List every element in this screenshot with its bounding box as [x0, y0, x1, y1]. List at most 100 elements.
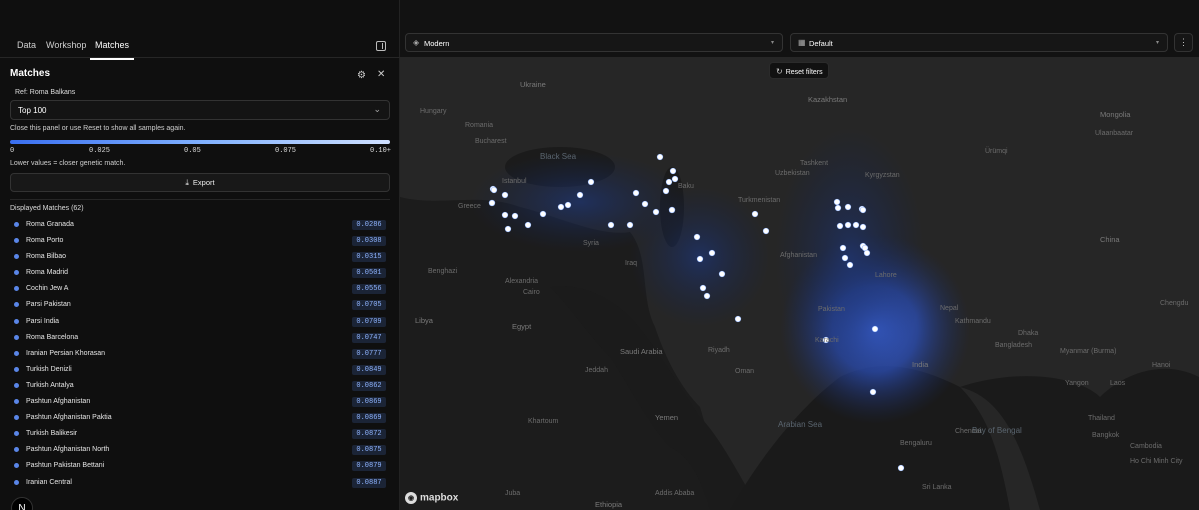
- match-name: Pashtun Afghanistan Paktia: [26, 414, 112, 422]
- map-label: Ethiopia: [595, 500, 623, 509]
- sample-point[interactable]: [524, 221, 532, 229]
- match-distance: 0.0308: [352, 236, 386, 247]
- map-label: Ulaanbaatar: [1095, 130, 1134, 137]
- more-options-icon[interactable]: ⋮: [1174, 33, 1193, 52]
- tab-matches[interactable]: Matches: [90, 40, 135, 60]
- match-row[interactable]: Pashtun Afghanistan Paktia 0.0869: [0, 410, 400, 426]
- match-row[interactable]: Parsi Pakistan 0.0705: [0, 297, 400, 313]
- sample-point[interactable]: [852, 221, 860, 229]
- sample-point[interactable]: [504, 225, 512, 233]
- match-row[interactable]: Pashtun Afghanistan 0.0869: [0, 394, 400, 410]
- sample-point[interactable]: [871, 325, 879, 333]
- sample-point[interactable]: [607, 221, 615, 229]
- mapbox-attribution[interactable]: ◉ mapbox: [405, 492, 458, 504]
- top-n-select[interactable]: Top 100 ⌄: [10, 100, 390, 120]
- sample-point[interactable]: [869, 388, 877, 396]
- match-row[interactable]: Turkish Antalya 0.0862: [0, 378, 400, 394]
- sample-point[interactable]: [859, 223, 867, 231]
- sample-point[interactable]: [846, 261, 854, 269]
- sample-point[interactable]: [632, 189, 640, 197]
- scale-tick: 0.025: [89, 147, 111, 155]
- sample-point[interactable]: [668, 206, 676, 214]
- sample-point[interactable]: [576, 191, 584, 199]
- sample-point[interactable]: [708, 249, 716, 257]
- sample-point[interactable]: [501, 211, 509, 219]
- sample-point[interactable]: [841, 254, 849, 262]
- match-row[interactable]: Pashtun Pakistan Bettani 0.0879: [0, 458, 400, 474]
- sample-point[interactable]: [859, 206, 867, 214]
- app-logo[interactable]: N: [11, 497, 33, 510]
- tab-bar: Data Workshop Matches: [0, 36, 400, 60]
- sample-point[interactable]: [662, 187, 670, 195]
- map-view-dropdown[interactable]: ▦ Default ▾: [790, 33, 1168, 52]
- sample-point[interactable]: [751, 210, 759, 218]
- sample-point[interactable]: [587, 178, 595, 186]
- match-row[interactable]: Turkish Denizli 0.0849: [0, 362, 400, 378]
- reset-filters-button[interactable]: ↻ Reset filters: [769, 62, 829, 79]
- scale-ticks: 0 0.025 0.05 0.075 0.10+: [10, 147, 391, 157]
- gear-icon[interactable]: ⚙: [357, 70, 366, 81]
- sample-point[interactable]: [626, 221, 634, 229]
- sample-point[interactable]: [897, 464, 905, 472]
- caret-icon: ▾: [770, 40, 774, 46]
- match-distance: 0.0556: [352, 284, 386, 295]
- sample-point[interactable]: [501, 191, 509, 199]
- match-row[interactable]: Roma Granada 0.0286: [0, 217, 400, 233]
- match-row[interactable]: Roma Madrid 0.0501: [0, 265, 400, 281]
- sample-point[interactable]: [488, 199, 496, 207]
- sample-point[interactable]: [539, 210, 547, 218]
- sample-point[interactable]: [564, 201, 572, 209]
- sample-point[interactable]: [696, 255, 704, 263]
- match-row[interactable]: Iranian Persian Khorasan 0.0777: [0, 346, 400, 362]
- sample-point[interactable]: [718, 270, 726, 278]
- sample-point[interactable]: [703, 292, 711, 300]
- sample-point[interactable]: [671, 175, 679, 183]
- sample-point[interactable]: [669, 167, 677, 175]
- match-row[interactable]: Pashtun Afghanistan North 0.0875: [0, 442, 400, 458]
- sample-point[interactable]: [656, 153, 664, 161]
- sample-point[interactable]: [844, 221, 852, 229]
- map-area[interactable]: ◈ Modern ▾ ▦ Default ▾ ⋮ ↻ Reset filters…: [400, 0, 1199, 510]
- sample-point[interactable]: [839, 244, 847, 252]
- export-button[interactable]: ⤓ Export: [10, 173, 390, 192]
- divider: [10, 199, 390, 200]
- sample-point[interactable]: [641, 200, 649, 208]
- sample-point[interactable]: [863, 249, 871, 257]
- caret-icon: ▾: [1155, 40, 1159, 46]
- match-row[interactable]: Parsi India 0.0709: [0, 314, 400, 330]
- sample-point[interactable]: [836, 222, 844, 230]
- map-label: Ho Chi Minh City: [1130, 458, 1183, 465]
- tab-data[interactable]: Data: [12, 40, 41, 58]
- tab-workshop[interactable]: Workshop: [41, 40, 91, 58]
- sample-point[interactable]: [490, 186, 498, 194]
- match-name: Roma Madrid: [26, 269, 69, 277]
- match-row[interactable]: Iranian Central 0.0887: [0, 475, 400, 491]
- sample-point[interactable]: [844, 203, 852, 211]
- sample-point[interactable]: [652, 208, 660, 216]
- match-dot: [14, 286, 19, 292]
- sample-point[interactable]: [734, 315, 742, 323]
- sample-point[interactable]: [665, 178, 673, 186]
- sample-point[interactable]: [762, 227, 770, 235]
- sample-point[interactable]: [699, 284, 707, 292]
- sample-point[interactable]: [834, 204, 842, 212]
- map-label: Uzbekistan: [775, 170, 810, 177]
- match-name: Roma Porto: [26, 237, 64, 245]
- sample-point[interactable]: [693, 233, 701, 241]
- match-row[interactable]: Cochin Jew A 0.0556: [0, 281, 400, 297]
- close-icon[interactable]: ✕: [377, 69, 385, 80]
- sample-point[interactable]: [511, 212, 519, 220]
- collapse-panel-icon[interactable]: [376, 41, 386, 51]
- sample-point[interactable]: [557, 203, 565, 211]
- map-label: Black Sea: [540, 152, 577, 161]
- match-row[interactable]: Roma Bilbao 0.0315: [0, 249, 400, 265]
- match-row[interactable]: Turkish Balikesir 0.0872: [0, 426, 400, 442]
- match-row[interactable]: Roma Porto 0.0308: [0, 233, 400, 249]
- match-distance: 0.0705: [352, 300, 386, 311]
- match-row[interactable]: Roma Barcelona 0.0747: [0, 330, 400, 346]
- match-distance: 0.0879: [352, 461, 386, 472]
- map-style-dropdown[interactable]: ◈ Modern ▾: [405, 33, 783, 52]
- sample-point[interactable]: [833, 198, 841, 206]
- reset-filters-label: Reset filters: [785, 69, 823, 76]
- map-label: Bangladesh: [995, 342, 1032, 349]
